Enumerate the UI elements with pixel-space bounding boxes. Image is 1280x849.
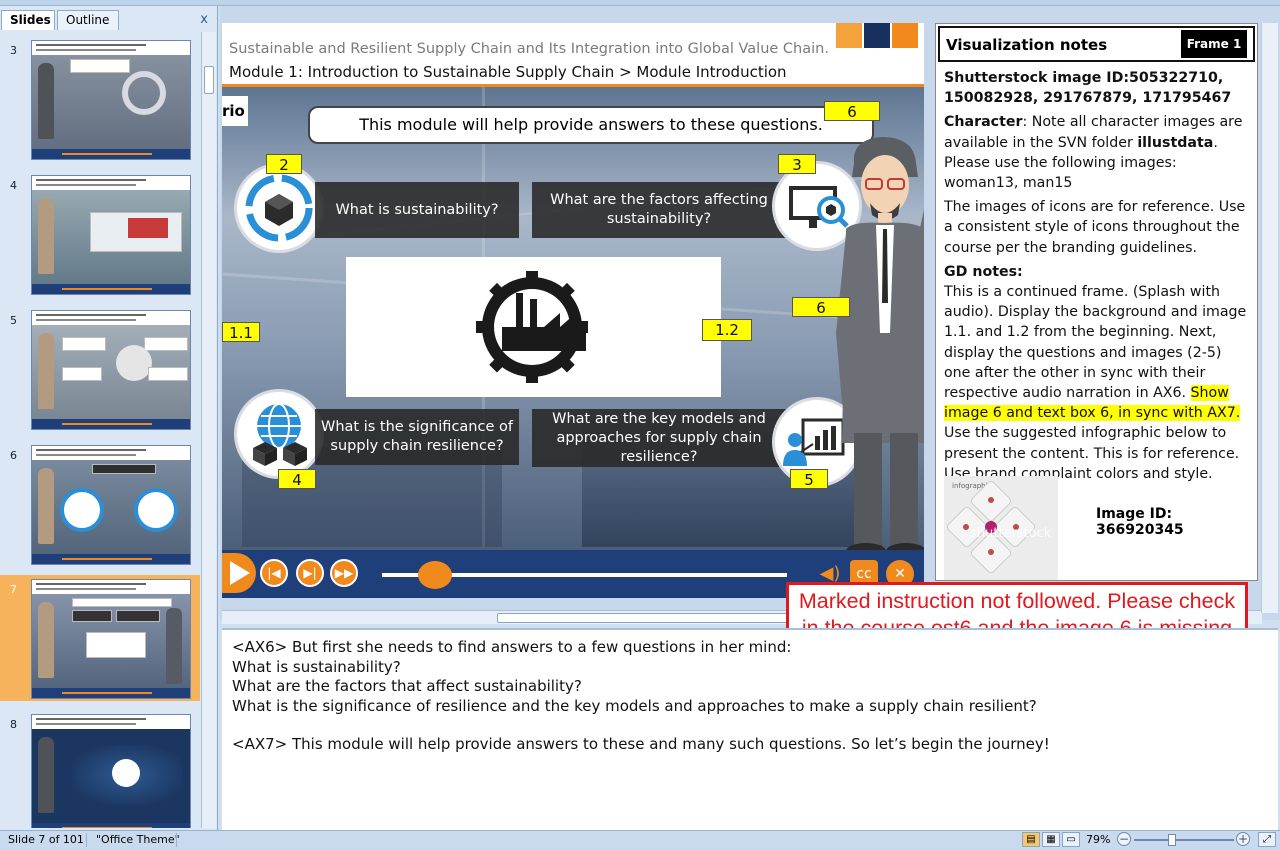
character-note: Character: Note all character images are…: [944, 112, 1252, 193]
previous-button[interactable]: |◀: [260, 559, 288, 587]
thumbnail-number: 8: [10, 718, 17, 731]
gd-text-a: This is a continued frame. (Splash with …: [944, 284, 1247, 402]
question-1-box: What is sustainability?: [315, 182, 519, 238]
question-3-box: What is the significance of supply chain…: [315, 409, 519, 465]
thumbnail-number: 6: [10, 449, 17, 462]
icons-note: The images of icons are for reference. U…: [944, 199, 1246, 256]
visualization-header: Visualization notes Frame 1: [938, 26, 1255, 62]
label-4: 4: [278, 469, 316, 489]
zoom-out-icon[interactable]: −: [1117, 832, 1131, 846]
slide-canvas[interactable]: Sustainable and Resilient Supply Chain a…: [222, 23, 924, 598]
play-button[interactable]: [222, 553, 256, 593]
watermark: shutterstock: [970, 526, 1052, 541]
course-title: Sustainable and Resilient Supply Chain a…: [229, 41, 829, 57]
thumbnail-number: 3: [10, 44, 17, 57]
tab-slides[interactable]: Slides: [1, 10, 55, 30]
thumbnail-image: [31, 579, 191, 699]
label-2: 2: [266, 154, 302, 174]
slide-sorter-button[interactable]: ▦: [1042, 832, 1060, 847]
status-bar: Slide 7 of 101 "Office Theme" ▤ ▦ ▭ 79% …: [0, 830, 1280, 849]
normal-view-button[interactable]: ▤: [1022, 832, 1040, 847]
brand-square-orange: [836, 23, 862, 48]
thumbnail-list: 3 4 5 6 7 8: [0, 32, 200, 828]
thumbnail-number: 7: [10, 583, 17, 596]
visualization-notes-body: Shutterstock image ID:505322710, 1500829…: [944, 68, 1252, 488]
fit-window-button[interactable]: ⤢: [1258, 832, 1276, 847]
seek-knob[interactable]: [418, 561, 452, 589]
gd-label: GD notes:: [944, 263, 1023, 280]
notes-line: What is the significance of resilience a…: [232, 697, 1037, 715]
label-1-2: 1.2: [702, 319, 752, 341]
thumbnail-scrollbar[interactable]: [201, 32, 216, 828]
thumbnail-image: [31, 40, 191, 160]
notes-line: What are the factors that affect sustain…: [232, 677, 582, 695]
label-5: 5: [790, 469, 828, 489]
zoom-knob[interactable]: [1168, 834, 1176, 846]
label-1-1: 1.1: [222, 322, 260, 342]
partial-text-box: rio: [222, 96, 248, 126]
close-icon[interactable]: x: [200, 12, 208, 27]
slideshow-button[interactable]: ▭: [1062, 832, 1080, 847]
thumbnail-image: [31, 310, 191, 430]
tab-outline[interactable]: Outline: [57, 10, 119, 30]
zoom-slider[interactable]: [1134, 839, 1234, 841]
slides-panel: Slides Outline x 3 4 5 6 7 8: [0, 6, 218, 830]
reference-image-id: Image ID: 366920345: [1096, 506, 1184, 538]
gd-text-b: Use the suggested infographic below to p…: [944, 425, 1240, 482]
sustainability-cycle-icon: [234, 163, 324, 253]
character-folder: illustdata: [1137, 134, 1214, 151]
module-title: Module 1: Introduction to Sustainable Su…: [229, 63, 787, 81]
thumbnail-number: 5: [10, 314, 17, 327]
label-6-mid: 6: [792, 297, 850, 317]
question-2-text: What are the factors affecting sustainab…: [550, 192, 768, 227]
man-character: [832, 133, 924, 563]
slide-counter: Slide 7 of 101: [8, 833, 84, 846]
theme-name: "Office Theme": [96, 833, 180, 846]
slide-thumbnail-6[interactable]: 6: [0, 441, 200, 567]
shutterstock-ids: Shutterstock image ID:505322710, 1500829…: [944, 70, 1232, 107]
notes-line: What is sustainability?: [232, 658, 401, 676]
infographic-reference-image: infographics shutterstock: [944, 476, 1058, 580]
thumbnail-image: [31, 175, 191, 295]
brand-square-navy: [864, 23, 890, 48]
center-image-frame: [346, 257, 721, 397]
character-label: Character: [944, 114, 1023, 131]
notes-line: <AX6> But first she needs to find answer…: [232, 638, 792, 656]
question-3-text: What is the significance of supply chain…: [321, 419, 513, 454]
thumbnail-image: [31, 445, 191, 565]
zoom-level[interactable]: 79%: [1086, 833, 1110, 846]
label-6-top: 6: [824, 101, 880, 121]
thumbnail-image: [31, 714, 191, 828]
visualization-title: Visualization notes: [946, 36, 1108, 54]
slide-header: Sustainable and Resilient Supply Chain a…: [222, 23, 924, 87]
notes-line: <AX7> This module will help provide answ…: [232, 735, 1050, 753]
question-4-text: What are the key models and approaches f…: [552, 410, 766, 465]
next-button[interactable]: ▶|: [296, 559, 324, 587]
notes-vertical-scrollbar[interactable]: [1261, 23, 1278, 613]
thumbnail-number: 4: [10, 179, 17, 192]
slide-thumbnail-7[interactable]: 7: [0, 575, 200, 701]
factory-gear-icon: [476, 271, 588, 383]
visualization-notes-panel: Visualization notes Frame 1 Shutterstock…: [935, 23, 1258, 581]
gd-note: This is a continued frame. (Splash with …: [944, 282, 1252, 484]
question-2-box: What are the factors affecting sustainab…: [532, 182, 786, 238]
slide-thumbnail-8[interactable]: 8: [0, 710, 200, 828]
question-1-text: What is sustainability?: [335, 201, 499, 218]
slide-thumbnail-3[interactable]: 3: [0, 36, 200, 162]
question-4-box: What are the key models and approaches f…: [532, 409, 786, 467]
brand-square-orange2: [892, 23, 918, 48]
label-3: 3: [778, 154, 816, 174]
frame-badge: Frame 1: [1181, 30, 1247, 58]
speaker-notes-pane[interactable]: <AX6> But first she needs to find answer…: [222, 628, 1278, 830]
fast-forward-button[interactable]: ▶▶: [330, 559, 358, 587]
slide-thumbnail-5[interactable]: 5: [0, 306, 200, 432]
speech-bubble: This module will help provide answers to…: [308, 106, 874, 144]
zoom-in-icon[interactable]: +: [1236, 832, 1250, 846]
panel-tabs: Slides Outline x: [0, 10, 216, 30]
slide-thumbnail-4[interactable]: 4: [0, 171, 200, 297]
globe-logistics-icon: [234, 389, 324, 479]
